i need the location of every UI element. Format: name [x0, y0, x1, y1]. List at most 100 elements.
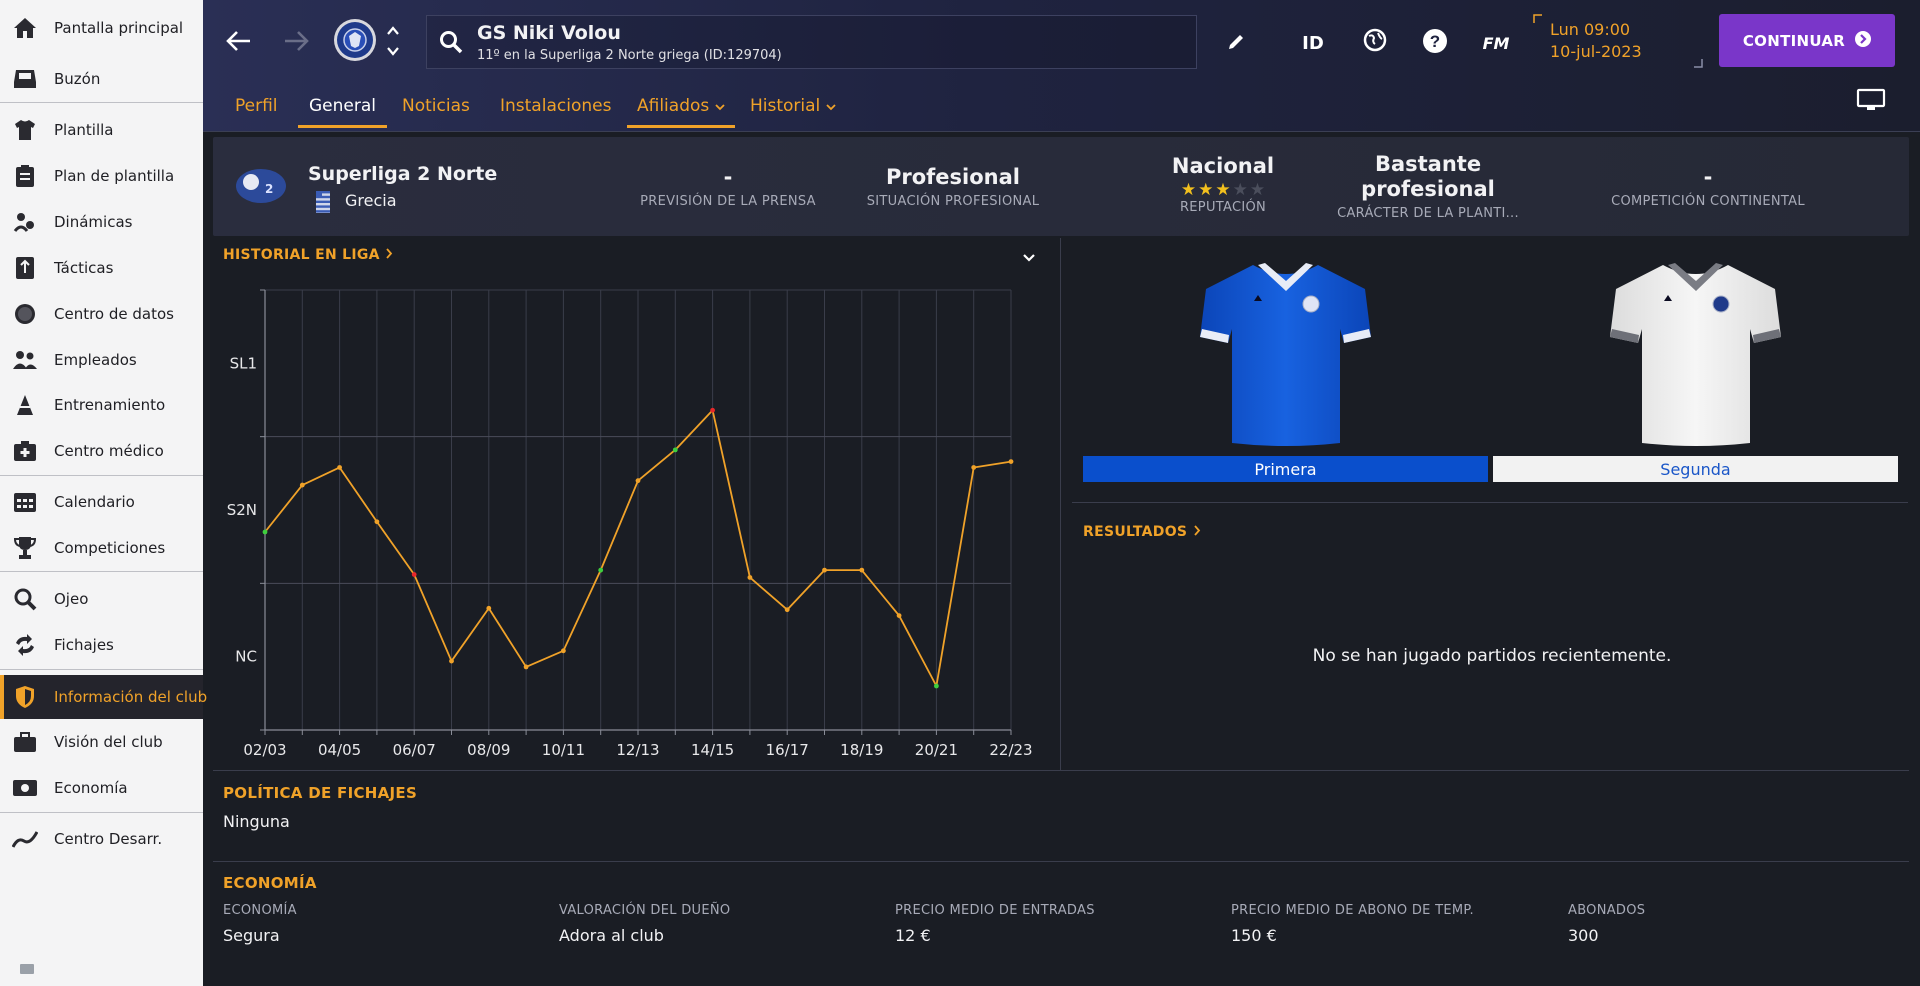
- help-button[interactable]: ?: [1420, 28, 1450, 58]
- transfer-policy-title: POLÍTICA DE FICHAJES: [223, 784, 418, 802]
- club-badge[interactable]: [333, 19, 377, 65]
- sidebar-item-transfers[interactable]: Fichajes: [0, 624, 203, 666]
- status-indicator-icon: [20, 964, 34, 974]
- search-icon[interactable]: [437, 28, 465, 56]
- development-icon: [12, 826, 38, 852]
- sidebar-item-competitions[interactable]: Competiciones: [0, 527, 203, 569]
- reputation-label: REPUTACIÓN: [1179, 200, 1267, 215]
- chart-data-point: [374, 519, 380, 525]
- tab-profile[interactable]: Perfil: [235, 88, 278, 124]
- chevron-right-icon: [1193, 524, 1201, 540]
- home-kit-shirt-icon: [1198, 257, 1373, 451]
- continue-label: CONTINUAR: [1742, 31, 1846, 50]
- away-kit-shirt-icon: [1608, 257, 1783, 451]
- date-time-display[interactable]: Lun 09:00 10-jul-2023: [1533, 14, 1703, 68]
- tab-affiliates[interactable]: Afiliados: [627, 88, 736, 128]
- economy-label: ECONOMÍA: [223, 903, 297, 918]
- chart-data-point: [523, 664, 529, 670]
- display-mode-button[interactable]: [1854, 88, 1888, 116]
- sidebar-item-dynamics[interactable]: Dinámicas: [0, 201, 203, 243]
- sidebar-divider: [0, 812, 203, 813]
- reputation: Nacional ★ ★ ★ ★ ★ REPUTACIÓN: [1148, 154, 1298, 215]
- finances-icon: [12, 775, 38, 801]
- away-kit-label[interactable]: Segunda: [1493, 456, 1898, 482]
- dynamics-icon: [12, 209, 38, 235]
- sidebar: Pantalla principal Buzón Plantilla Plan …: [0, 0, 207, 986]
- owner-rating-value: Adora al club: [559, 926, 664, 945]
- league-history-chart: SL1 S2N NC 02/03 04/05 06/07 08/09 10/11 12/13 14…: [227, 289, 1033, 759]
- arrow-circle-right-icon: [1855, 30, 1872, 51]
- chart-data-point: [784, 607, 790, 613]
- section-divider: [213, 861, 1909, 862]
- sidebar-item-club-vision[interactable]: Visión del club: [0, 721, 203, 763]
- svg-text:2: 2: [265, 182, 273, 196]
- home-icon: [12, 15, 38, 41]
- sidebar-item-club-info[interactable]: Información del club: [0, 675, 207, 719]
- sidebar-item-scouting[interactable]: Ojeo: [0, 578, 203, 620]
- sidebar-item-label: Centro médico: [54, 442, 164, 460]
- transfer-policy-value: Ninguna: [223, 812, 290, 831]
- id-button[interactable]: ID: [1296, 28, 1330, 58]
- sidebar-item-calendar[interactable]: Calendario: [0, 481, 203, 523]
- professional-status-value: Profesional: [886, 165, 1020, 189]
- sidebar-item-label: Plantilla: [54, 121, 114, 139]
- sidebar-item-squad[interactable]: Plantilla: [0, 109, 203, 151]
- season-ticket-holders-value: 300: [1568, 926, 1599, 945]
- continue-button[interactable]: CONTINUAR: [1719, 14, 1895, 67]
- squad-character-value: Bastante profesional: [1361, 152, 1495, 201]
- league-name[interactable]: Superliga 2 Norte: [308, 163, 497, 185]
- clipboard-icon: [12, 163, 38, 189]
- sidebar-item-medical[interactable]: Centro médico: [0, 430, 203, 472]
- sidebar-item-label: Dinámicas: [54, 213, 133, 231]
- tab-facilities[interactable]: Instalaciones: [500, 88, 611, 124]
- tab-label: Historial: [750, 96, 821, 116]
- chevron-down-icon: [826, 96, 836, 116]
- professional-status-label: SITUACIÓN PROFESIONAL: [866, 194, 1040, 209]
- active-tab-indicator: [298, 125, 387, 128]
- pencil-icon: [1227, 33, 1245, 55]
- sidebar-item-tactics[interactable]: Tácticas: [0, 247, 203, 289]
- chart-data-point: [449, 658, 454, 664]
- svg-text:?: ?: [1430, 32, 1440, 51]
- sidebar-item-data-centre[interactable]: Centro de datos: [0, 293, 203, 335]
- sidebar-item-development-centre[interactable]: Centro Desarr.: [0, 818, 203, 860]
- chart-data-point: [635, 478, 641, 484]
- club-switcher[interactable]: [382, 25, 404, 61]
- sidebar-item-home[interactable]: Pantalla principal: [0, 7, 203, 49]
- collapse-chart-button[interactable]: [1018, 248, 1040, 266]
- chart-data-point: [1008, 459, 1014, 464]
- calendar-icon: [12, 489, 38, 515]
- star-icon: ★: [1198, 180, 1214, 200]
- star-icon: ★: [1249, 180, 1266, 200]
- sidebar-divider: [0, 669, 203, 670]
- world-button[interactable]: [1360, 27, 1390, 57]
- chart-y-tick-label: S2N: [227, 501, 257, 519]
- transfers-icon: [12, 632, 38, 658]
- sidebar-item-inbox[interactable]: Buzón: [0, 58, 203, 100]
- chart-data-point: [337, 465, 342, 470]
- sidebar-item-training[interactable]: Entrenamiento: [0, 384, 203, 426]
- monitor-icon: [1856, 88, 1886, 116]
- back-button[interactable]: [222, 26, 256, 60]
- tab-general[interactable]: General: [298, 88, 387, 128]
- sidebar-item-label: Competiciones: [54, 539, 166, 557]
- reputation-stars: ★ ★ ★ ★ ★: [1148, 180, 1298, 200]
- chevron-right-icon: [385, 247, 393, 263]
- fm-menu-button[interactable]: FM: [1478, 28, 1514, 58]
- header-divider: [203, 131, 1920, 132]
- chart-x-tick-label: 12/13: [616, 741, 659, 759]
- sidebar-item-finances[interactable]: Economía: [0, 767, 203, 809]
- sidebar-item-squad-plan[interactable]: Plan de plantilla: [0, 155, 203, 197]
- forward-button[interactable]: [279, 26, 313, 60]
- chart-data-point: [262, 529, 268, 535]
- sidebar-item-staff[interactable]: Empleados: [0, 339, 203, 381]
- country-name[interactable]: Grecia: [345, 191, 397, 210]
- tab-history[interactable]: Historial: [750, 88, 836, 124]
- league-history-link[interactable]: HISTORIAL EN LIGA: [223, 247, 393, 263]
- club-name: GS Niki Volou: [477, 22, 621, 44]
- edit-button[interactable]: [1222, 30, 1250, 58]
- home-kit-label[interactable]: Primera: [1083, 456, 1488, 482]
- tab-news[interactable]: Noticias: [402, 88, 470, 124]
- club-shield-icon: [12, 684, 38, 710]
- results-link[interactable]: RESULTADOS: [1083, 524, 1201, 540]
